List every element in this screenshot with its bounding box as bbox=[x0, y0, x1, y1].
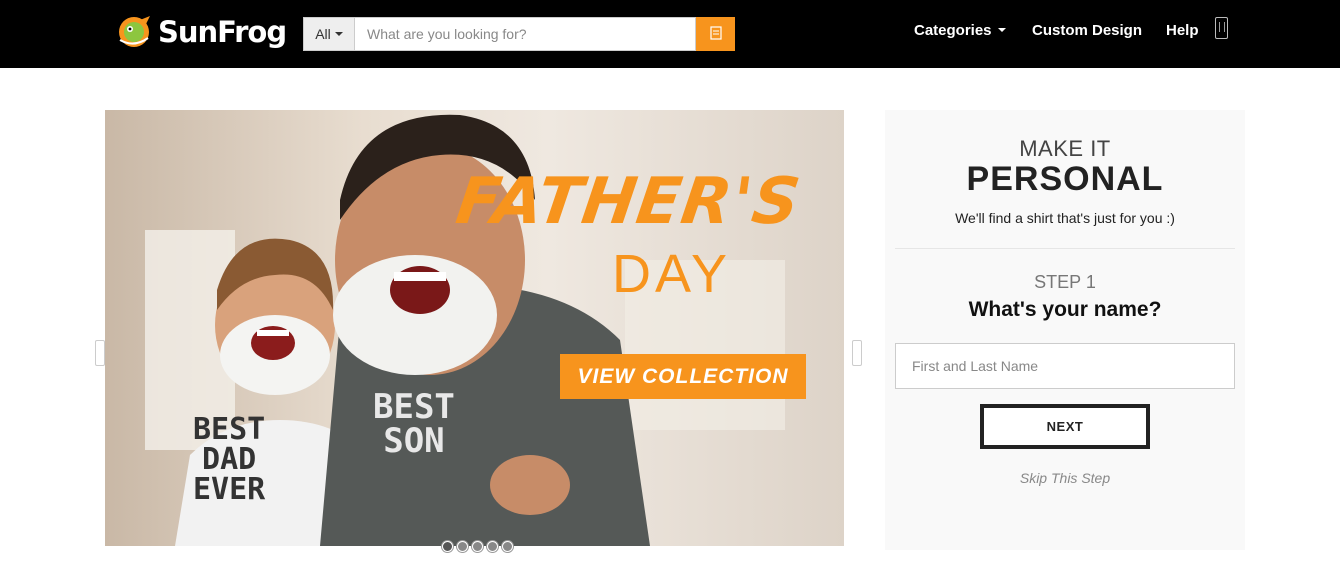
carousel-prev-button[interactable] bbox=[95, 340, 105, 366]
chevron-down-icon bbox=[997, 28, 1006, 32]
hero-title-line2: DAY bbox=[612, 244, 732, 304]
carousel-dot[interactable] bbox=[502, 541, 513, 552]
carousel-dot[interactable] bbox=[442, 541, 453, 552]
brand-logo[interactable]: SunFrog bbox=[116, 12, 287, 52]
chevron-down-icon bbox=[334, 32, 343, 36]
nav-categories[interactable]: Categories bbox=[914, 20, 1006, 40]
panel-subtitle: We'll find a shirt that's just for you :… bbox=[955, 210, 1175, 226]
hero-banner[interactable]: BEST DAD EVER BEST SON FATHER'S DAY VIEW CO… bbox=[105, 110, 844, 546]
nav-custom-design[interactable]: Custom Design bbox=[1032, 20, 1142, 40]
next-button[interactable]: NEXT bbox=[980, 404, 1150, 449]
carousel-dot[interactable] bbox=[487, 541, 498, 552]
frog-logo-icon bbox=[116, 14, 156, 50]
kid-shirt-text: BEST DAD EVER bbox=[193, 412, 266, 507]
divider bbox=[895, 248, 1235, 249]
carousel-pagination bbox=[442, 541, 513, 552]
carousel-dot[interactable] bbox=[472, 541, 483, 552]
view-collection-button[interactable]: VIEW COLLECTION bbox=[560, 354, 806, 399]
panel-eyebrow: MAKE IT bbox=[1019, 136, 1111, 161]
step-question: What's your name? bbox=[968, 298, 1162, 321]
nav-help[interactable]: Help bbox=[1166, 20, 1199, 40]
carousel-dot[interactable] bbox=[457, 541, 468, 552]
name-input[interactable] bbox=[895, 343, 1235, 389]
hero-title-line1: FATHER'S bbox=[451, 165, 805, 239]
nav-categories-label: Categories bbox=[914, 21, 992, 39]
search-button[interactable] bbox=[696, 17, 735, 51]
step-label: STEP 1 bbox=[1034, 272, 1096, 292]
search-category-label: All bbox=[315, 26, 331, 42]
personalize-panel: MAKE IT PERSONAL We'll find a shirt that… bbox=[885, 110, 1245, 550]
panel-title: PERSONAL bbox=[966, 160, 1164, 198]
search-icon bbox=[709, 25, 722, 43]
search-input[interactable] bbox=[355, 17, 696, 51]
top-navbar: SunFrog All Categories Custom Design Hel… bbox=[0, 0, 1340, 68]
carousel-next-button[interactable] bbox=[852, 340, 862, 366]
dad-shirt-text: BEST SON bbox=[373, 387, 455, 461]
search-bar: All bbox=[303, 17, 735, 51]
phone-icon[interactable] bbox=[1215, 17, 1228, 39]
nav-help-label: Help bbox=[1166, 21, 1199, 39]
search-category-dropdown[interactable]: All bbox=[303, 17, 355, 51]
nav-custom-design-label: Custom Design bbox=[1032, 21, 1143, 39]
brand-name: SunFrog bbox=[158, 15, 287, 49]
skip-step-link[interactable]: Skip This Step bbox=[885, 470, 1245, 486]
